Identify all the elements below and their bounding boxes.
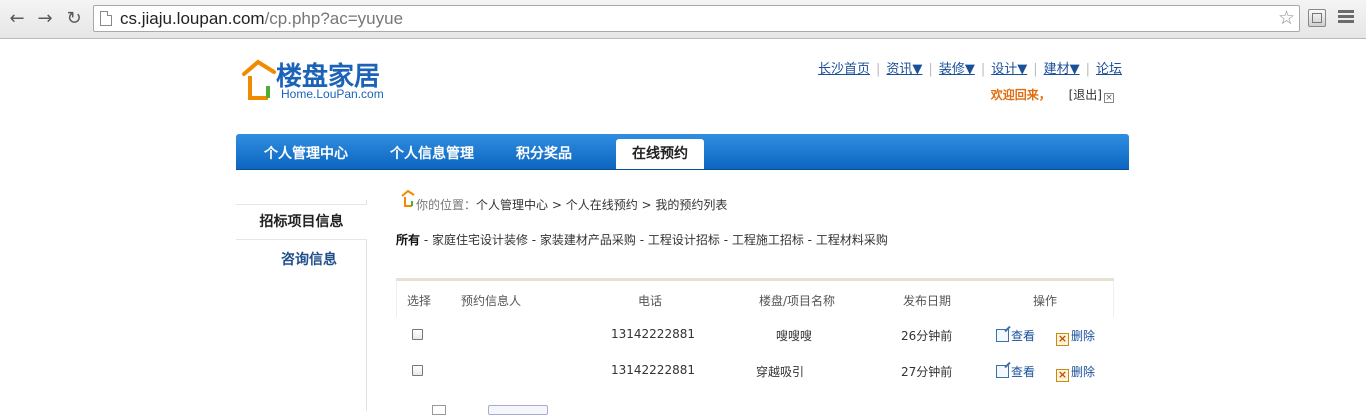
url-text[interactable]: cs.jiaju.loupan.com/cp.php?ac=yuyue (120, 9, 403, 29)
filter-categories[interactable]: - 家庭住宅设计装修 - 家装建材产品采购 - 工程设计招标 - 工程施工招标 … (420, 233, 888, 247)
tab-personal-center[interactable]: 个人管理中心 (264, 143, 348, 163)
view-link[interactable]: 查看 (996, 363, 1035, 380)
row-checkbox[interactable] (412, 365, 423, 376)
header-actions: 操作 (1033, 294, 1058, 308)
breadcrumb-path[interactable]: 个人管理中心 > 个人在线预约 > 我的预约列表 (476, 198, 727, 212)
delete-label: 删除 (1071, 365, 1096, 379)
breadcrumb-label: 你的位置： (416, 198, 477, 212)
nav-link-news[interactable]: 资讯▼ (886, 62, 922, 77)
nav-separator: | (1085, 62, 1090, 77)
tab-personal-info[interactable]: 个人信息管理 (390, 143, 474, 163)
cell-phone: 13142222881 (611, 327, 695, 341)
delete-icon: × (1056, 332, 1069, 346)
nav-link-forum[interactable]: 论坛 (1096, 62, 1122, 77)
nav-link-changsha-home[interactable]: 长沙首页 (818, 62, 870, 77)
back-arrow-icon[interactable]: ← (6, 8, 28, 30)
nav-separator: | (980, 62, 986, 77)
tab-points-prizes[interactable]: 积分奖品 (516, 143, 572, 163)
category-filters: 所有 - 家庭住宅设计装修 - 家装建材产品采购 - 工程设计招标 - 工程施工… (396, 231, 888, 248)
view-label: 查看 (1011, 365, 1036, 379)
logout-link[interactable]: [退出] (1069, 88, 1102, 102)
tab-online-booking[interactable]: 在线预约 (616, 139, 704, 169)
cell-phone: 13142222881 (611, 363, 695, 377)
close-icon[interactable]: × (1104, 93, 1114, 103)
delete-icon: × (1056, 368, 1069, 382)
nav-link-materials[interactable]: 建材▼ (1044, 62, 1080, 77)
table-row: 13142222881 穿越吸引 27分钟前 查看 × 删除 (396, 353, 1114, 389)
extension-icon[interactable] (1308, 9, 1326, 27)
cell-project: 穿越吸引 (756, 365, 805, 379)
address-bar[interactable]: cs.jiaju.loupan.com/cp.php?ac=yuyue ☆ (93, 5, 1300, 32)
delete-label: 删除 (1071, 329, 1096, 343)
view-link[interactable]: 查看 (996, 327, 1035, 344)
nav-separator: | (928, 62, 933, 77)
header-project: 楼盘/项目名称 (759, 294, 836, 308)
welcome-bar: 欢迎回来， [退出] × (991, 86, 1114, 103)
delete-link[interactable]: × 删除 (1056, 363, 1095, 382)
nav-separator: | (1033, 62, 1038, 77)
welcome-greeting: 欢迎回来， (990, 88, 1051, 102)
top-navigation: 长沙首页 | 资讯▼ | 装修▼ | 设计▼ | 建材▼ | 论坛 (818, 58, 1122, 77)
site-logo[interactable]: 楼盘家居 Home.LouPan.com (238, 56, 408, 102)
edit-icon (996, 329, 1009, 342)
select-all-checkbox[interactable] (432, 405, 446, 415)
header-select: 选择 (407, 294, 432, 308)
logo-english-text: Home.LouPan.com (281, 87, 384, 101)
left-sidebar: 招标项目信息 咨询信息 (236, 200, 367, 411)
header-date: 发布日期 (903, 294, 952, 308)
view-label: 查看 (1011, 329, 1036, 343)
main-tab-bar: 个人管理中心 个人信息管理 积分奖品 在线预约 (236, 134, 1129, 170)
nav-separator: | (876, 62, 881, 77)
bookmark-star-icon[interactable]: ☆ (1278, 7, 1295, 29)
url-host: cs.jiaju.loupan.com (120, 9, 265, 28)
cell-project: 嗖嗖嗖 (776, 329, 813, 343)
nav-link-design[interactable]: 设计▼ (991, 62, 1027, 77)
header-person: 预约信息人 (461, 294, 522, 308)
table-row: 13142222881 嗖嗖嗖 26分钟前 查看 × 删除 (396, 317, 1114, 353)
row-checkbox[interactable] (412, 329, 423, 340)
page-icon (100, 11, 112, 26)
filter-all[interactable]: 所有 (396, 233, 420, 247)
cell-date: 26分钟前 (901, 329, 953, 343)
browser-menu-icon[interactable] (1338, 10, 1354, 25)
home-logo-icon (401, 189, 415, 207)
nav-link-decoration[interactable]: 装修▼ (939, 62, 975, 77)
reload-icon[interactable]: ↻ (63, 8, 85, 30)
delete-link[interactable]: × 删除 (1056, 327, 1095, 346)
forward-arrow-icon[interactable]: → (34, 8, 56, 30)
cell-date: 27分钟前 (901, 365, 953, 379)
bulk-action-button[interactable] (488, 405, 548, 415)
sidebar-item-consult-info[interactable]: 咨询信息 (236, 248, 366, 272)
sidebar-item-bidding-info[interactable]: 招标项目信息 (236, 204, 367, 240)
edit-icon (996, 365, 1009, 378)
header-phone: 电话 (638, 294, 663, 308)
browser-toolbar: ← → ↻ cs.jiaju.loupan.com/cp.php?ac=yuyu… (0, 0, 1366, 39)
booking-table: 选择 预约信息人 电话 楼盘/项目名称 发布日期 操作 13142222881 … (396, 278, 1114, 389)
table-header: 选择 预约信息人 电话 楼盘/项目名称 发布日期 操作 (396, 281, 1114, 317)
url-path: /cp.php?ac=yuyue (264, 9, 404, 28)
